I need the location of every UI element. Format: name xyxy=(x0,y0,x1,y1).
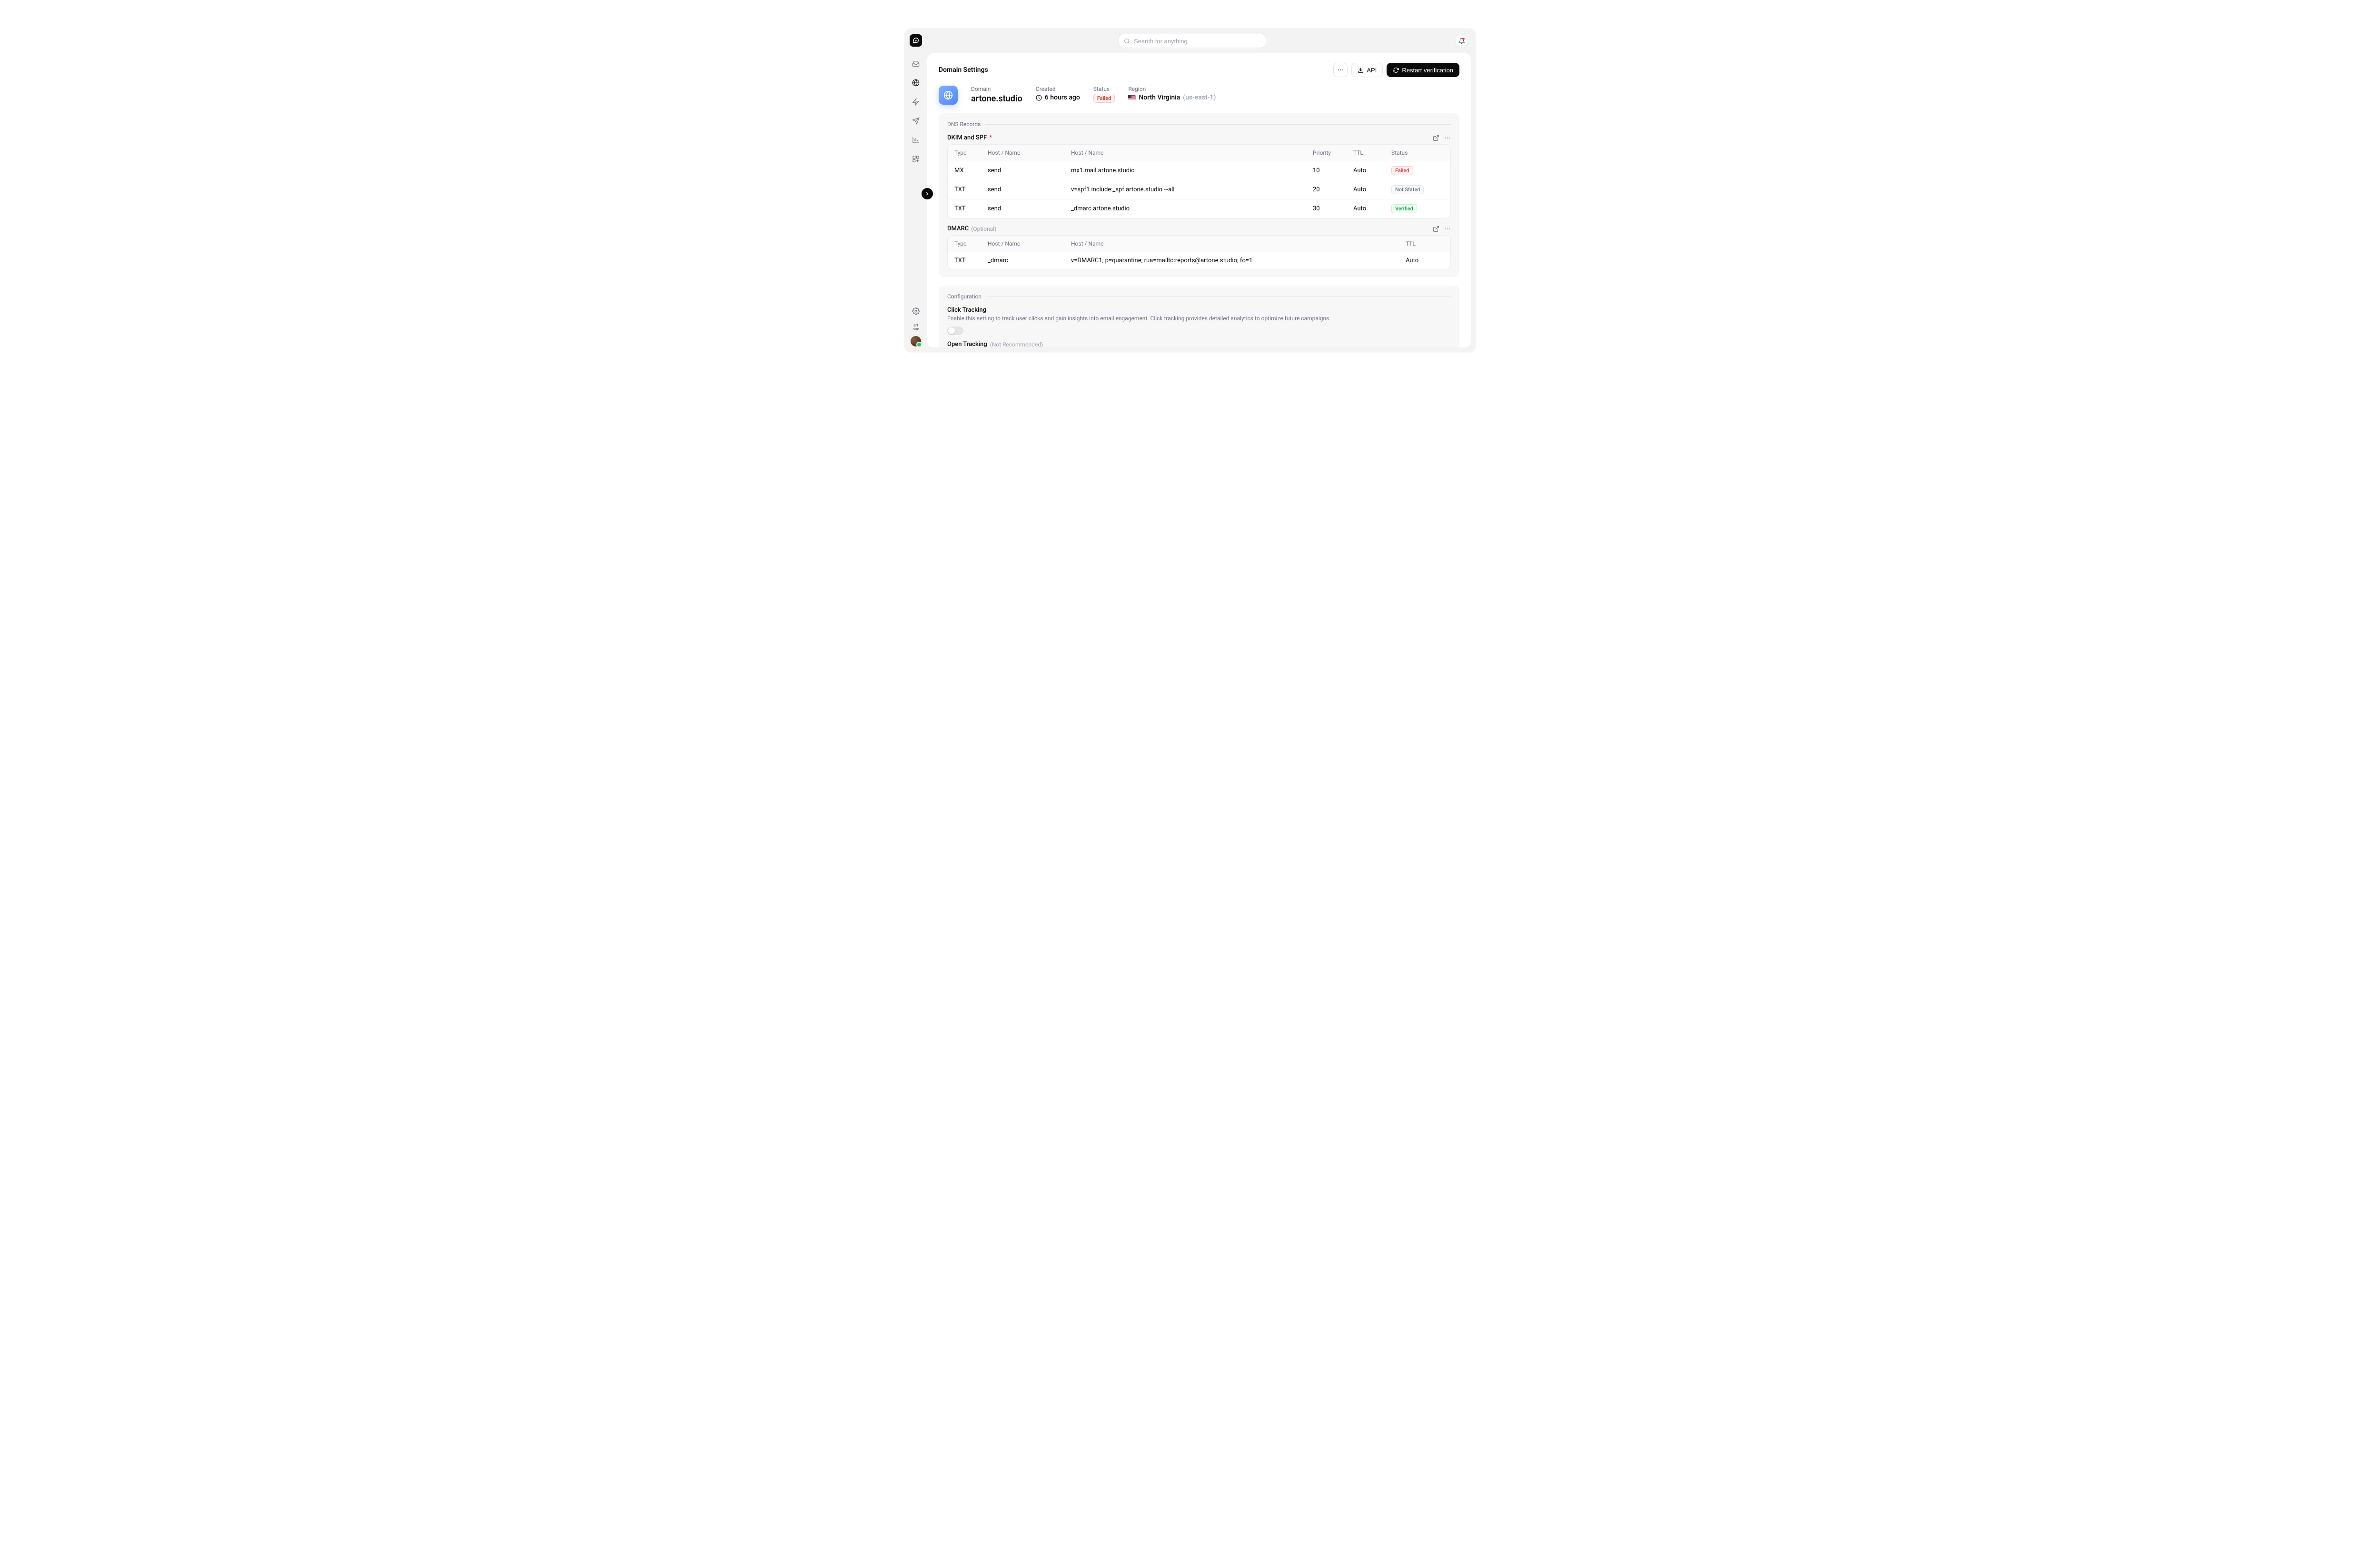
restart-verification-button[interactable]: Restart verification xyxy=(1387,63,1459,77)
nav-send[interactable] xyxy=(908,113,923,128)
dots-icon xyxy=(1444,135,1451,141)
user-avatar[interactable] xyxy=(911,336,921,346)
content: Domain Settings API Restart verification xyxy=(927,53,1471,347)
domain-label: Domain xyxy=(971,86,1022,92)
dmarc-table: Type Host / Name Host / Name TTL TXT_dma… xyxy=(947,235,1451,269)
domain-info: Domain artone.studio Created 6 hours ago… xyxy=(939,86,1459,105)
external-link-icon xyxy=(1433,135,1439,141)
dmarc-title: DMARC (Optional) xyxy=(947,225,996,232)
globe-icon xyxy=(943,90,953,100)
dkim-open-button[interactable] xyxy=(1433,135,1439,141)
search-input[interactable] xyxy=(1134,38,1261,45)
status-badge: Failed xyxy=(1391,166,1413,175)
status-badge: Verified xyxy=(1391,204,1417,213)
click-tracking-desc: Enable this setting to track user clicks… xyxy=(947,315,1451,322)
table-header: Type Host / Name Host / Name TTL xyxy=(948,236,1450,252)
region-value: North Virginia (us-east-1) xyxy=(1128,94,1216,101)
region-label: Region xyxy=(1128,86,1216,92)
more-button[interactable] xyxy=(1333,63,1348,77)
created-label: Created xyxy=(1036,86,1080,92)
dmarc-more-button[interactable] xyxy=(1444,226,1451,232)
table-row: TXT_dmarcv=DMARC1; p=quarantine; rua=mai… xyxy=(948,252,1450,269)
created-value: 6 hours ago xyxy=(1036,94,1080,101)
table-row: TXTsendv=spf1 include:_spf.artone.studio… xyxy=(948,180,1450,199)
table-row: TXTsend_dmarc.artone.studio30AutoVerifie… xyxy=(948,199,1450,218)
api-button[interactable]: API xyxy=(1351,63,1383,77)
page-header: Domain Settings API Restart verification xyxy=(939,63,1459,77)
dkim-more-button[interactable] xyxy=(1444,135,1451,141)
refresh-icon xyxy=(1393,67,1399,73)
dots-icon xyxy=(1444,226,1451,232)
main: Domain Settings API Restart verification xyxy=(927,29,1476,352)
table-header: Type Host / Name Host / Name Priority TT… xyxy=(948,145,1450,161)
table-row: MXsendmx1.mail.artone.studio10AutoFailed xyxy=(948,161,1450,180)
dots-icon xyxy=(1337,67,1344,73)
dkim-table: Type Host / Name Host / Name Priority TT… xyxy=(947,144,1451,218)
nav-inbox[interactable] xyxy=(908,56,923,71)
click-tracking-toggle[interactable] xyxy=(947,326,963,335)
click-tracking-title: Click Tracking xyxy=(947,306,1451,314)
app-logo[interactable] xyxy=(910,34,922,47)
nav-settings[interactable] xyxy=(908,304,923,319)
dkim-title: DKIM and SPF* xyxy=(947,134,992,141)
status-label: Status xyxy=(1093,86,1115,92)
nav-analytics[interactable] xyxy=(908,132,923,148)
dns-section: DNS Records DKIM and SPF* Type Host / Na… xyxy=(939,113,1459,277)
config-section: Configuration Click Tracking Enable this… xyxy=(939,286,1459,347)
search-icon xyxy=(1124,38,1130,44)
app-frame: art one Domain Settings xyxy=(904,29,1476,352)
topbar xyxy=(927,29,1476,53)
flag-us-icon xyxy=(1128,95,1136,100)
domain-name: artone.studio xyxy=(971,94,1022,104)
config-section-title: Configuration xyxy=(947,293,982,300)
clock-icon xyxy=(1036,95,1042,101)
dmarc-open-button[interactable] xyxy=(1433,226,1439,232)
sidebar-expand-button[interactable] xyxy=(922,188,933,199)
dns-section-title: DNS Records xyxy=(947,121,981,128)
sidebar: art one xyxy=(904,29,927,352)
nav-apps[interactable] xyxy=(908,151,923,167)
domain-avatar xyxy=(939,86,958,105)
page-title: Domain Settings xyxy=(939,66,988,74)
nav-domains[interactable] xyxy=(908,75,923,90)
download-icon xyxy=(1358,67,1364,73)
external-link-icon xyxy=(1433,226,1439,232)
bell-icon xyxy=(1458,38,1465,44)
search-box[interactable] xyxy=(1119,34,1266,48)
status-badge: Not Stated xyxy=(1391,185,1424,194)
open-tracking-title: Open Tracking (Not Recommended) xyxy=(947,341,1451,347)
workspace-label: art one xyxy=(912,324,919,331)
status-badge: Failed xyxy=(1093,94,1115,103)
nav-bolt[interactable] xyxy=(908,94,923,109)
notifications-button[interactable] xyxy=(1456,35,1468,47)
